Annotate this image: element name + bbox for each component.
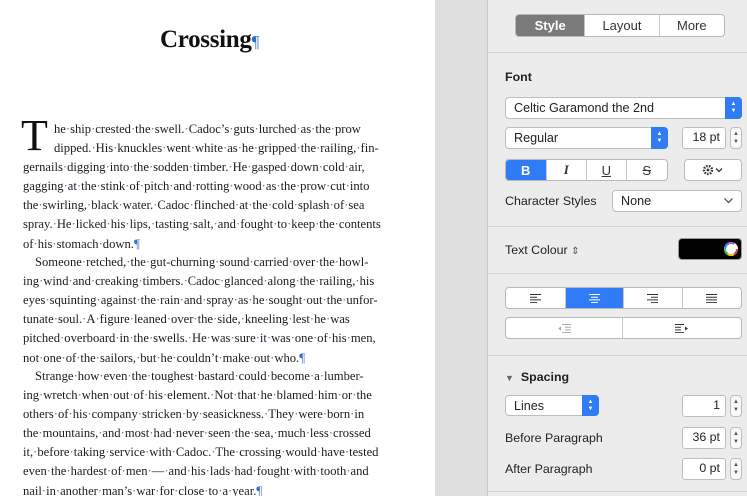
font-family-value: Celtic Garamond the 2nd — [514, 101, 655, 115]
align-justify-icon — [706, 293, 718, 303]
text-line: ing·wind·and·creaking·timbers.·Cadoc·gla… — [23, 274, 375, 288]
format-inspector: Style Layout More Font Celtic Garamond t… — [488, 0, 747, 496]
pilcrow-mark: ¶ — [251, 32, 260, 51]
strikethrough-button[interactable]: S — [627, 160, 667, 180]
align-center-button[interactable] — [565, 288, 624, 308]
text-options-button[interactable] — [684, 159, 742, 181]
underline-button[interactable]: U — [587, 160, 627, 180]
text-colour-well[interactable] — [678, 238, 742, 260]
line-spacing-popup[interactable]: Lines ▲ ▼ — [505, 395, 599, 416]
after-paragraph-stepper[interactable]: ▲ ▼ — [730, 458, 742, 480]
alignment-buttons — [505, 287, 742, 309]
bold-button[interactable]: B — [506, 160, 547, 180]
disclosure-triangle-icon: ▼ — [505, 373, 514, 383]
line-spacing-stepper[interactable]: ▲ ▼ — [730, 395, 742, 417]
tab-layout[interactable]: Layout — [585, 15, 660, 36]
chapter-title[interactable]: Crossing¶ — [160, 26, 259, 54]
text-line: he·ship·crested·the·swell.·Cadoc’s·guts·… — [54, 122, 361, 136]
text-line: Strange·how·even·the·toughest·bastard·co… — [35, 369, 364, 383]
text-line: dipped.·His·knuckles·went·white·as·he·gr… — [54, 141, 379, 155]
after-paragraph-label: After Paragraph — [505, 462, 593, 476]
character-styles-label: Character Styles — [505, 194, 597, 208]
outdent-icon — [557, 323, 571, 333]
text-line: it,·before·taking·service·with·Cadoc.·Th… — [23, 445, 379, 459]
updown-chevron-icon: ⇕ — [571, 246, 580, 257]
scroll-gutter — [435, 0, 488, 496]
spacing-heading: Spacing — [520, 370, 570, 384]
italic-button[interactable]: I — [547, 160, 587, 180]
text-line: the·mountains,·and·most·had·never·seen·t… — [23, 426, 371, 440]
text-line: spray.·He·licked·his·lips,·tasting·salt,… — [23, 217, 381, 231]
popup-arrows-icon: ▲ ▼ — [651, 127, 668, 149]
text-line: the·swirling,·black·water.·Cadoc·flinche… — [23, 198, 365, 212]
tab-more[interactable]: More — [660, 15, 724, 36]
font-size-stepper[interactable]: ▲ ▼ — [730, 127, 742, 149]
body-text[interactable]: T he·ship·crested·the·swell.·Cadoc’s·gut… — [21, 114, 400, 496]
after-paragraph-field[interactable]: 0 pt — [682, 458, 726, 480]
spacing-section-toggle[interactable]: ▼ Spacing — [505, 370, 569, 384]
increase-indent-button[interactable] — [623, 318, 741, 338]
text-colour-label-text: Text Colour — [505, 243, 568, 257]
line-spacing-mode: Lines — [514, 398, 545, 413]
text-format-buttons: B I U S — [505, 159, 668, 181]
popup-arrows-icon: ▲ ▼ — [725, 97, 742, 119]
align-left-button[interactable] — [506, 288, 566, 308]
text-line: tunate·soul.·A·figure·leaned·over·the·si… — [23, 312, 350, 326]
text-line: of·his·stomach·down.¶ — [23, 236, 140, 251]
text-line: Someone·retched,·the·gut-churning·sound·… — [35, 255, 369, 269]
align-left-icon — [529, 293, 541, 303]
align-right-icon — [647, 293, 659, 303]
font-style-popup[interactable]: Regular ▲ ▼ — [505, 127, 668, 149]
text-line: ing·wretch·when·out·of·his·element.·Not·… — [23, 388, 372, 402]
before-paragraph-label: Before Paragraph — [505, 431, 603, 445]
decrease-indent-button[interactable] — [506, 318, 624, 338]
indent-buttons — [505, 317, 742, 339]
character-styles-value: None — [621, 194, 652, 208]
chevron-down-icon — [724, 198, 733, 204]
justify-button[interactable] — [683, 288, 742, 308]
text-line: gernails·digging·into·the·sodden·timber.… — [23, 160, 365, 174]
text-line: not·one·of·the·sailors,·but·he·couldn’t·… — [23, 350, 306, 365]
text-lines: he·ship·crested·the·swell.·Cadoc’s·guts·… — [23, 120, 400, 496]
drop-cap: T — [21, 111, 48, 160]
font-heading: Font — [505, 70, 532, 84]
text-line: eyes·squinting·against·the·rain·and·spra… — [23, 293, 378, 307]
font-style-value: Regular — [514, 131, 559, 145]
document-page[interactable]: Crossing¶ T he·ship·crested·the·swell.·C… — [0, 0, 435, 496]
colour-wheel-icon[interactable] — [723, 241, 739, 257]
text-line: even·the·hardest·of·men·—·and·his·lads·h… — [23, 464, 369, 478]
tab-style[interactable]: Style — [516, 15, 586, 36]
inspector-tabs: Style Layout More — [515, 14, 725, 37]
line-spacing-field[interactable]: 1 — [682, 395, 726, 417]
indent-icon — [675, 323, 689, 333]
align-right-button[interactable] — [624, 288, 683, 308]
popup-arrows-icon: ▲ ▼ — [582, 395, 599, 416]
chapter-title-text: Crossing — [160, 26, 252, 53]
text-line: gagging·at·the·stink·of·pitch·and·rottin… — [23, 179, 370, 193]
text-colour-label[interactable]: Text Colour ⇕ — [505, 243, 580, 257]
font-size-field[interactable]: 18 pt — [682, 127, 726, 149]
text-line: pitched·overboard·in·the·swells.·He·was·… — [23, 331, 376, 345]
before-paragraph-stepper[interactable]: ▲ ▼ — [730, 427, 742, 449]
font-family-popup[interactable]: Celtic Garamond the 2nd ▲ ▼ — [505, 97, 742, 119]
align-center-icon — [588, 293, 600, 303]
character-styles-popup[interactable]: None — [612, 190, 742, 212]
before-paragraph-field[interactable]: 36 pt — [682, 427, 726, 449]
gear-icon — [702, 164, 724, 176]
text-line: others·of·his·company·stricken·by·seasic… — [23, 407, 365, 421]
text-line: nail·in·another·man’s·war·for·close·to·a… — [23, 483, 263, 496]
